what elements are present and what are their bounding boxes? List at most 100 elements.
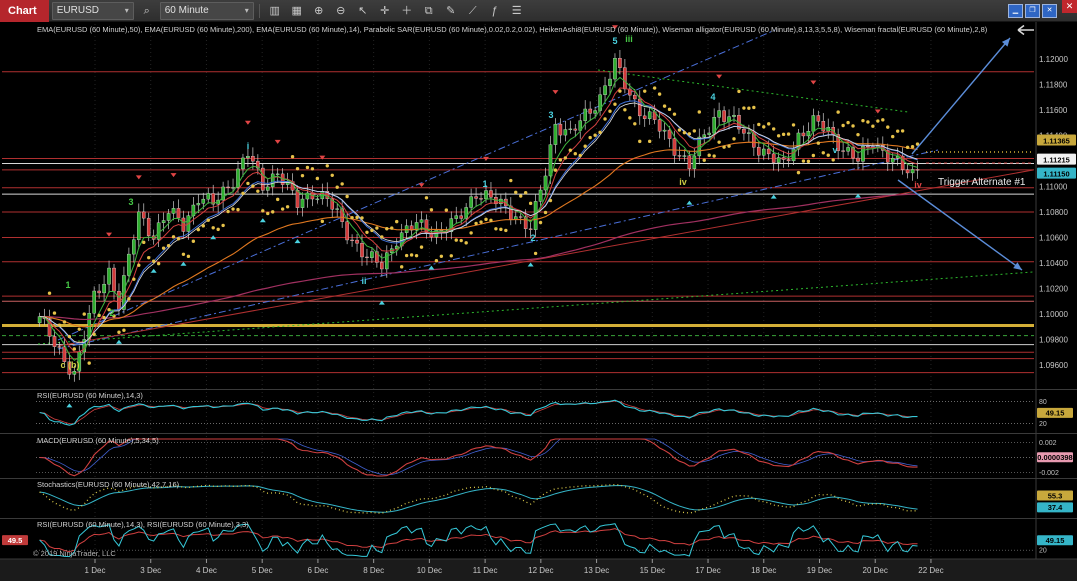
- projection-arrows-layer: [898, 38, 1022, 270]
- svg-text:80: 80: [1039, 399, 1047, 406]
- alligator-jaw-line: [40, 101, 918, 344]
- panel-gridlines-layer: 80 20 0.002 -0.002 20: [36, 399, 1059, 555]
- svg-text:1.11215: 1.11215: [1043, 155, 1070, 164]
- cursor-icon[interactable]: ↖: [353, 2, 373, 20]
- measure-icon[interactable]: ⟋: [463, 2, 483, 20]
- ema50-line: [40, 141, 918, 326]
- chart-tab[interactable]: Chart: [0, 0, 49, 22]
- toolbar-icons: ▥▦⊕⊖↖✛＋⧉✎⟋ƒ☰: [265, 2, 527, 20]
- app-close-button[interactable]: ✕: [1062, 0, 1077, 13]
- svg-text:17 Dec: 17 Dec: [695, 566, 720, 575]
- copy-icon[interactable]: ⧉: [419, 2, 439, 20]
- ninjatrader-window: Chart EURUSD ▾ ⌕ 60 Minute ▾ ▥▦⊕⊖↖✛＋⧉✎⟋ƒ…: [0, 0, 1077, 581]
- svg-text:v: v: [832, 145, 837, 155]
- svg-text:1.11150: 1.11150: [1043, 169, 1069, 178]
- ema14-line: [40, 103, 918, 343]
- svg-text:49.15: 49.15: [1046, 536, 1065, 545]
- svg-text:2: 2: [109, 308, 114, 318]
- svg-text:4: 4: [710, 92, 715, 102]
- svg-text:20 Dec: 20 Dec: [863, 566, 888, 575]
- svg-text:49.15: 49.15: [1046, 409, 1065, 418]
- instrument-search-icon[interactable]: ⌕: [137, 2, 157, 20]
- stochastics-k-line: [40, 485, 918, 514]
- zoom-in-icon[interactable]: ⊕: [309, 2, 329, 20]
- chevron-down-icon: ▾: [125, 6, 129, 15]
- window-controls: ▁❐✕: [1008, 4, 1059, 18]
- period-value: 60 Minute: [165, 5, 209, 16]
- window-minimize-button[interactable]: ▁: [1008, 4, 1023, 18]
- period-selector[interactable]: 60 Minute ▾: [160, 2, 254, 20]
- macd-signal-line: [40, 439, 918, 475]
- rsi2-slow-line: [40, 529, 918, 552]
- zoom-out-icon[interactable]: ⊖: [331, 2, 351, 20]
- svg-text:iv: iv: [914, 180, 922, 190]
- chart-workspace: 12c (b)3iii1235iii4ivviv80200.002-0.0022…: [0, 22, 1077, 581]
- svg-text:3: 3: [128, 197, 133, 207]
- svg-text:1.10000: 1.10000: [1039, 310, 1068, 319]
- parabolic-sar-layer: [48, 86, 919, 364]
- instrument-selector[interactable]: EURUSD ▾: [52, 2, 134, 20]
- window-restore-button[interactable]: ❐: [1025, 4, 1040, 18]
- svg-text:22 Dec: 22 Dec: [918, 566, 943, 575]
- crosshair-icon[interactable]: ✛: [375, 2, 395, 20]
- svg-text:i: i: [247, 141, 250, 151]
- svg-text:iv: iv: [679, 177, 687, 187]
- svg-text:1.10200: 1.10200: [1039, 285, 1068, 294]
- svg-text:1.11600: 1.11600: [1039, 106, 1068, 115]
- stochastics-d-line: [40, 485, 918, 512]
- alligator-lips-line: [40, 77, 918, 360]
- svg-text:2: 2: [530, 233, 535, 243]
- svg-text:1 Dec: 1 Dec: [85, 566, 106, 575]
- svg-text:15 Dec: 15 Dec: [640, 566, 665, 575]
- svg-text:6 Dec: 6 Dec: [307, 566, 328, 575]
- draw-icon[interactable]: ✎: [441, 2, 461, 20]
- svg-text:3: 3: [548, 110, 553, 120]
- svg-text:c (b): c (b): [61, 360, 80, 370]
- indicators-icon[interactable]: ƒ: [485, 2, 505, 20]
- svg-text:37.4: 37.4: [1048, 503, 1063, 512]
- svg-text:-0.002: -0.002: [1039, 470, 1059, 477]
- toolbar-separator: [259, 4, 260, 18]
- chart-toolbar: Chart EURUSD ▾ ⌕ 60 Minute ▾ ▥▦⊕⊖↖✛＋⧉✎⟋ƒ…: [0, 0, 1077, 22]
- scroll-to-end-arrow-icon: [1018, 26, 1034, 35]
- ema200-line: [40, 194, 918, 319]
- svg-text:8 Dec: 8 Dec: [363, 566, 384, 575]
- svg-text:1.11365: 1.11365: [1043, 136, 1070, 145]
- svg-text:3 Dec: 3 Dec: [140, 566, 161, 575]
- svg-text:iii: iii: [625, 34, 633, 44]
- svg-text:49.5: 49.5: [8, 536, 23, 545]
- svg-text:1.09600: 1.09600: [1039, 361, 1068, 370]
- svg-text:55.3: 55.3: [1048, 491, 1063, 500]
- svg-text:19 Dec: 19 Dec: [807, 566, 832, 575]
- svg-text:1: 1: [482, 179, 487, 189]
- svg-text:20: 20: [1039, 548, 1047, 555]
- data-series-icon[interactable]: ▦: [287, 2, 307, 20]
- svg-text:13 Dec: 13 Dec: [584, 566, 609, 575]
- svg-text:11 Dec: 11 Dec: [473, 566, 498, 575]
- svg-text:12 Dec: 12 Dec: [528, 566, 553, 575]
- rsi-line: [40, 400, 918, 425]
- svg-text:ii: ii: [361, 276, 366, 286]
- chevron-down-icon: ▾: [245, 6, 249, 15]
- svg-text:1.10600: 1.10600: [1039, 234, 1068, 243]
- svg-text:1.10800: 1.10800: [1039, 208, 1068, 217]
- svg-text:20: 20: [1039, 421, 1047, 428]
- properties-icon[interactable]: ☰: [507, 2, 527, 20]
- instrument-value: EURUSD: [57, 5, 99, 16]
- svg-text:1.11800: 1.11800: [1039, 81, 1068, 90]
- svg-text:1.12000: 1.12000: [1039, 55, 1068, 64]
- svg-text:10 Dec: 10 Dec: [417, 566, 442, 575]
- svg-text:0.002: 0.002: [1039, 440, 1057, 447]
- svg-text:5: 5: [612, 36, 617, 46]
- chart-style-icon[interactable]: ▥: [265, 2, 285, 20]
- chart-canvas[interactable]: 12c (b)3iii1235iii4ivviv80200.002-0.0022…: [0, 22, 1077, 581]
- svg-text:1.10400: 1.10400: [1039, 259, 1068, 268]
- add-object-icon[interactable]: ＋: [397, 2, 417, 20]
- svg-text:1.09800: 1.09800: [1039, 336, 1068, 345]
- window-close-button[interactable]: ✕: [1042, 4, 1057, 18]
- svg-text:0.0000398: 0.0000398: [1037, 453, 1072, 462]
- price-axis[interactable]: 1.120001.118001.116001.114001.112001.110…: [1039, 55, 1068, 370]
- rsi2-fast-line: [40, 524, 918, 557]
- svg-text:4 Dec: 4 Dec: [196, 566, 217, 575]
- price-levels-layer: [2, 72, 1034, 373]
